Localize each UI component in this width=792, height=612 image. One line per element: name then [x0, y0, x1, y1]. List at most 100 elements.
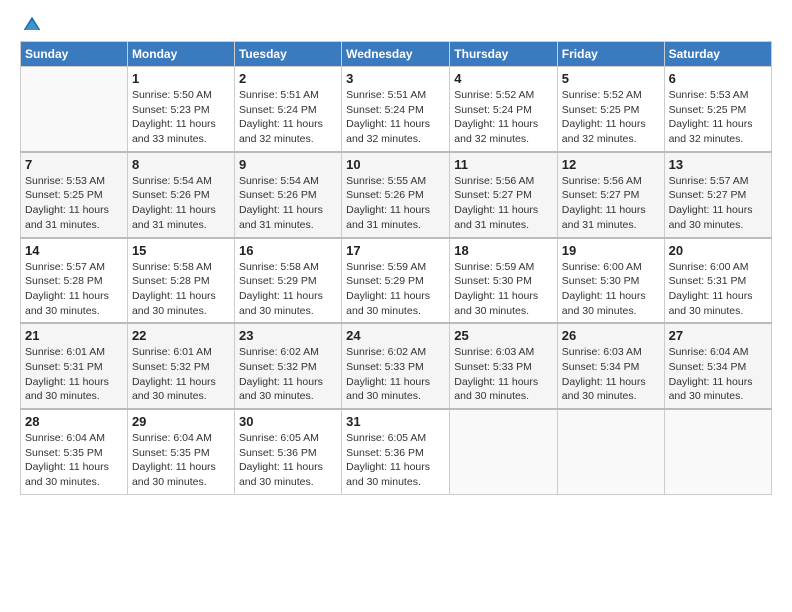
calendar-cell: 19 Sunrise: 6:00 AMSunset: 5:30 PMDayligh… [557, 238, 664, 324]
header-monday: Monday [127, 42, 234, 67]
cell-sun-info: Sunrise: 6:05 AMSunset: 5:36 PMDaylight:… [239, 431, 337, 490]
cell-day-number: 5 [562, 71, 660, 86]
cell-day-number: 22 [132, 328, 230, 343]
calendar-cell: 30 Sunrise: 6:05 AMSunset: 5:36 PMDayligh… [234, 409, 341, 494]
cell-sun-info: Sunrise: 6:02 AMSunset: 5:33 PMDaylight:… [346, 345, 445, 404]
calendar-cell: 25Sunrise: 6:03 AMSunset: 5:33 PMDayligh… [450, 323, 558, 409]
cell-day-number: 2 [239, 71, 337, 86]
cell-day-number: 26 [562, 328, 660, 343]
calendar-cell: 11 Sunrise: 5:56 AMSunset: 5:27 PMDayligh… [450, 152, 558, 238]
cell-sun-info: Sunrise: 5:59 AMSunset: 5:30 PMDaylight:… [454, 260, 553, 319]
calendar-cell: 18 Sunrise: 5:59 AMSunset: 5:30 PMDayligh… [450, 238, 558, 324]
cell-day-number: 28 [25, 414, 123, 429]
header-wednesday: Wednesday [342, 42, 450, 67]
header-saturday: Saturday [664, 42, 771, 67]
week-row-1: 1Sunrise: 5:50 AMSunset: 5:23 PMDaylight… [21, 67, 772, 152]
calendar-cell: 3Sunrise: 5:51 AMSunset: 5:24 PMDaylight… [342, 67, 450, 152]
page: SundayMondayTuesdayWednesdayThursdayFrid… [0, 0, 792, 612]
cell-day-number: 7 [25, 157, 123, 172]
logo-icon [22, 15, 42, 35]
cell-sun-info: Sunrise: 5:51 AMSunset: 5:24 PMDaylight:… [239, 88, 337, 147]
cell-day-number: 29 [132, 414, 230, 429]
cell-sun-info: Sunrise: 5:52 AMSunset: 5:25 PMDaylight:… [562, 88, 660, 147]
cell-sun-info: Sunrise: 5:59 AMSunset: 5:29 PMDaylight:… [346, 260, 445, 319]
cell-sun-info: Sunrise: 6:04 AMSunset: 5:35 PMDaylight:… [25, 431, 123, 490]
cell-day-number: 4 [454, 71, 553, 86]
calendar-cell: 31 Sunrise: 6:05 AMSunset: 5:36 PMDayligh… [342, 409, 450, 494]
cell-sun-info: Sunrise: 5:57 AMSunset: 5:28 PMDaylight:… [25, 260, 123, 319]
cell-day-number: 30 [239, 414, 337, 429]
calendar-cell: 10 Sunrise: 5:55 AMSunset: 5:26 PMDayligh… [342, 152, 450, 238]
calendar-cell: 13 Sunrise: 5:57 AMSunset: 5:27 PMDayligh… [664, 152, 771, 238]
cell-day-number: 11 [454, 157, 553, 172]
cell-sun-info: Sunrise: 6:03 AMSunset: 5:34 PMDaylight:… [562, 345, 660, 404]
cell-day-number: 27 [669, 328, 767, 343]
calendar-cell: 24 Sunrise: 6:02 AMSunset: 5:33 PMDayligh… [342, 323, 450, 409]
calendar-cell: 22 Sunrise: 6:01 AMSunset: 5:32 PMDayligh… [127, 323, 234, 409]
cell-sun-info: Sunrise: 5:56 AMSunset: 5:27 PMDaylight:… [454, 174, 553, 233]
cell-sun-info: Sunrise: 6:04 AMSunset: 5:34 PMDaylight:… [669, 345, 767, 404]
cell-day-number: 13 [669, 157, 767, 172]
cell-day-number: 17 [346, 243, 445, 258]
cell-sun-info: Sunrise: 5:53 AMSunset: 5:25 PMDaylight:… [669, 88, 767, 147]
calendar-cell: 27 Sunrise: 6:04 AMSunset: 5:34 PMDayligh… [664, 323, 771, 409]
calendar-cell: 8 Sunrise: 5:54 AMSunset: 5:26 PMDaylight… [127, 152, 234, 238]
cell-sun-info: Sunrise: 5:51 AMSunset: 5:24 PMDaylight:… [346, 88, 445, 147]
cell-day-number: 10 [346, 157, 445, 172]
header [20, 15, 772, 35]
cell-day-number: 23 [239, 328, 337, 343]
calendar-cell: 15 Sunrise: 5:58 AMSunset: 5:28 PMDayligh… [127, 238, 234, 324]
calendar-cell [664, 409, 771, 494]
cell-sun-info: Sunrise: 6:01 AMSunset: 5:32 PMDaylight:… [132, 345, 230, 404]
cell-day-number: 21 [25, 328, 123, 343]
calendar-cell: 6Sunrise: 5:53 AMSunset: 5:25 PMDaylight… [664, 67, 771, 152]
calendar-cell: 9 Sunrise: 5:54 AMSunset: 5:26 PMDaylight… [234, 152, 341, 238]
cell-day-number: 31 [346, 414, 445, 429]
cell-day-number: 18 [454, 243, 553, 258]
calendar-cell: 26 Sunrise: 6:03 AMSunset: 5:34 PMDayligh… [557, 323, 664, 409]
logo [20, 15, 42, 35]
week-row-5: 28 Sunrise: 6:04 AMSunset: 5:35 PMDayligh… [21, 409, 772, 494]
cell-day-number: 9 [239, 157, 337, 172]
calendar-cell: 21 Sunrise: 6:01 AMSunset: 5:31 PMDayligh… [21, 323, 128, 409]
cell-sun-info: Sunrise: 5:56 AMSunset: 5:27 PMDaylight:… [562, 174, 660, 233]
calendar-cell: 29 Sunrise: 6:04 AMSunset: 5:35 PMDayligh… [127, 409, 234, 494]
cell-day-number: 15 [132, 243, 230, 258]
cell-day-number: 8 [132, 157, 230, 172]
week-row-4: 21 Sunrise: 6:01 AMSunset: 5:31 PMDayligh… [21, 323, 772, 409]
calendar-cell: 14Sunrise: 5:57 AMSunset: 5:28 PMDayligh… [21, 238, 128, 324]
cell-day-number: 24 [346, 328, 445, 343]
calendar-cell: 4 Sunrise: 5:52 AMSunset: 5:24 PMDaylight… [450, 67, 558, 152]
cell-sun-info: Sunrise: 5:54 AMSunset: 5:26 PMDaylight:… [132, 174, 230, 233]
cell-sun-info: Sunrise: 5:55 AMSunset: 5:26 PMDaylight:… [346, 174, 445, 233]
cell-sun-info: Sunrise: 5:53 AMSunset: 5:25 PMDaylight:… [25, 174, 123, 233]
cell-day-number: 19 [562, 243, 660, 258]
cell-sun-info: Sunrise: 6:04 AMSunset: 5:35 PMDaylight:… [132, 431, 230, 490]
cell-day-number: 12 [562, 157, 660, 172]
calendar-cell: 28 Sunrise: 6:04 AMSunset: 5:35 PMDayligh… [21, 409, 128, 494]
calendar-cell: 2 Sunrise: 5:51 AMSunset: 5:24 PMDaylight… [234, 67, 341, 152]
calendar-header-row: SundayMondayTuesdayWednesdayThursdayFrid… [21, 42, 772, 67]
header-tuesday: Tuesday [234, 42, 341, 67]
cell-sun-info: Sunrise: 5:57 AMSunset: 5:27 PMDaylight:… [669, 174, 767, 233]
calendar-cell: 20Sunrise: 6:00 AMSunset: 5:31 PMDayligh… [664, 238, 771, 324]
cell-sun-info: Sunrise: 5:58 AMSunset: 5:29 PMDaylight:… [239, 260, 337, 319]
calendar-cell [557, 409, 664, 494]
cell-day-number: 25 [454, 328, 553, 343]
cell-sun-info: Sunrise: 6:00 AMSunset: 5:31 PMDaylight:… [669, 260, 767, 319]
header-thursday: Thursday [450, 42, 558, 67]
cell-sun-info: Sunrise: 5:58 AMSunset: 5:28 PMDaylight:… [132, 260, 230, 319]
cell-sun-info: Sunrise: 6:00 AMSunset: 5:30 PMDaylight:… [562, 260, 660, 319]
cell-sun-info: Sunrise: 5:54 AMSunset: 5:26 PMDaylight:… [239, 174, 337, 233]
calendar-cell: 12 Sunrise: 5:56 AMSunset: 5:27 PMDayligh… [557, 152, 664, 238]
cell-sun-info: Sunrise: 6:01 AMSunset: 5:31 PMDaylight:… [25, 345, 123, 404]
calendar-table: SundayMondayTuesdayWednesdayThursdayFrid… [20, 41, 772, 495]
calendar-cell: 1Sunrise: 5:50 AMSunset: 5:23 PMDaylight… [127, 67, 234, 152]
cell-sun-info: Sunrise: 6:05 AMSunset: 5:36 PMDaylight:… [346, 431, 445, 490]
calendar-cell: 17 Sunrise: 5:59 AMSunset: 5:29 PMDayligh… [342, 238, 450, 324]
calendar-cell: 5 Sunrise: 5:52 AMSunset: 5:25 PMDaylight… [557, 67, 664, 152]
calendar-cell: 16Sunrise: 5:58 AMSunset: 5:29 PMDayligh… [234, 238, 341, 324]
calendar-cell [450, 409, 558, 494]
cell-sun-info: Sunrise: 5:52 AMSunset: 5:24 PMDaylight:… [454, 88, 553, 147]
cell-sun-info: Sunrise: 6:02 AMSunset: 5:32 PMDaylight:… [239, 345, 337, 404]
